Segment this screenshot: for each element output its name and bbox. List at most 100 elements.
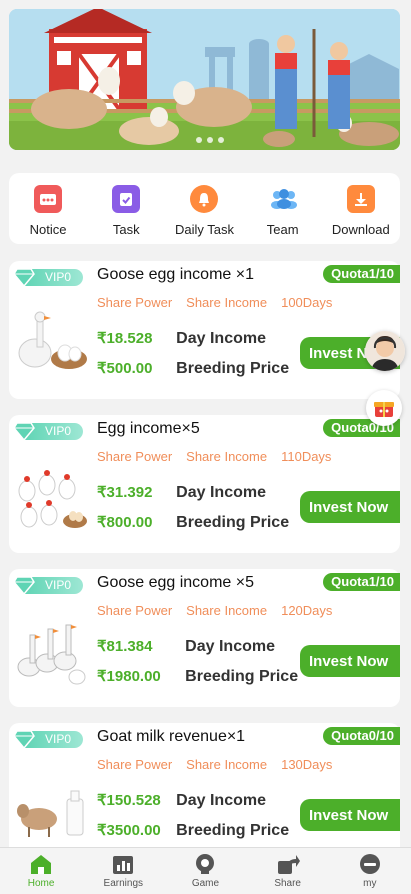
price-value: ₹1980.00 — [97, 668, 161, 685]
home-icon — [31, 855, 52, 874]
menu-label-notice: Notice — [29, 222, 67, 237]
quick-menu: Notice Task Daily Task Team Download — [9, 173, 400, 244]
product-title: Goat milk revenue×1 — [97, 728, 246, 745]
tag-days: 100Days — [281, 295, 333, 310]
day-income-row: ₹81.384 Day Income — [97, 637, 275, 656]
nav-label-home: Home — [27, 878, 55, 889]
gift-box-icon[interactable] — [366, 390, 402, 426]
day-income-row: ₹18.528 Day Income — [97, 329, 266, 348]
menu-item-task[interactable]: Task — [88, 185, 164, 237]
menu-label-daily-task: Daily Task — [174, 222, 234, 237]
diamond-icon — [13, 576, 35, 595]
farm-banner[interactable] — [9, 9, 400, 150]
nav-item-home[interactable]: Home — [11, 848, 71, 894]
task-icon — [112, 185, 141, 213]
product-title: Goose egg income ×1 — [97, 266, 254, 283]
game-icon — [196, 854, 215, 874]
day-income-value: ₹18.528 — [97, 330, 153, 347]
price-value: ₹500.00 — [97, 360, 153, 377]
tag-days: 120Days — [281, 603, 333, 618]
price-label: Breeding Price — [185, 668, 299, 685]
nav-label-my: my — [363, 878, 377, 889]
quota-badge: Quota1/10 — [323, 573, 400, 591]
vip-badge: VIP0 — [13, 267, 83, 287]
tag-share-income: Share Income — [186, 449, 268, 464]
customer-service-avatar-icon[interactable] — [365, 331, 405, 371]
menu-item-download[interactable]: Download — [323, 185, 399, 237]
diamond-icon — [13, 422, 35, 441]
tag-share-income: Share Income — [186, 295, 268, 310]
nav-item-my[interactable]: my — [340, 848, 400, 894]
diamond-icon — [13, 268, 35, 287]
nav-item-earnings[interactable]: Earnings — [93, 848, 153, 894]
vip-badge: VIP0 — [13, 575, 83, 595]
day-income-label: Day Income — [176, 484, 266, 501]
menu-label-team: Team — [266, 222, 299, 237]
bottom-nav: Home Earnings Game Share my — [0, 847, 411, 894]
menu-item-notice[interactable]: Notice — [10, 185, 86, 237]
price-row: ₹3500.00 Breeding Price — [97, 821, 289, 840]
price-value: ₹800.00 — [97, 514, 153, 531]
vip-badge: VIP0 — [13, 421, 83, 441]
tag-share-income: Share Income — [186, 757, 268, 772]
goat-milk-image — [17, 790, 84, 837]
price-row: ₹1980.00 Breeding Price — [97, 667, 298, 686]
price-row: ₹500.00 Breeding Price — [97, 359, 289, 378]
menu-label-download: Download — [331, 222, 390, 237]
menu-item-team[interactable]: Team — [245, 185, 321, 237]
product-card[interactable]: VIP0 Goat milk revenue×1 Quota0/10 Share… — [9, 723, 400, 861]
invest-now-button[interactable]: Invest Now — [300, 645, 400, 677]
product-tags: Share Power Share Income 100Days — [97, 295, 332, 310]
nav-label-game: Game — [191, 878, 220, 889]
product-tags: Share Power Share Income 120Days — [97, 603, 332, 618]
product-title: Goose egg income ×5 — [97, 574, 254, 591]
product-card[interactable]: VIP0 Goose egg income ×1 Quota1/10 Share… — [9, 261, 400, 399]
share-icon — [277, 855, 300, 874]
product-tags: Share Power Share Income 110Days — [97, 449, 331, 464]
farm-illustration — [9, 9, 400, 150]
download-icon — [346, 185, 375, 213]
goose-eggs-image — [18, 311, 87, 369]
menu-item-daily-task[interactable]: Daily Task — [166, 185, 242, 237]
tag-days: 110Days — [281, 449, 332, 464]
quota-badge: Quota1/10 — [323, 265, 400, 283]
diamond-icon — [13, 730, 35, 749]
tag-share-power: Share Power — [97, 603, 173, 618]
price-label: Breeding Price — [176, 514, 290, 531]
tag-share-power: Share Power — [97, 295, 173, 310]
price-label: Breeding Price — [176, 360, 290, 377]
day-income-value: ₹150.528 — [97, 792, 161, 809]
earnings-icon — [113, 856, 134, 874]
day-income-label: Day Income — [176, 330, 266, 347]
product-title: Egg income×5 — [97, 420, 200, 437]
profile-icon — [359, 854, 380, 874]
price-label: Breeding Price — [176, 822, 290, 839]
product-tags: Share Power Share Income 130Days — [97, 757, 332, 772]
tag-days: 130Days — [281, 757, 333, 772]
nav-item-share[interactable]: Share — [258, 848, 318, 894]
price-row: ₹800.00 Breeding Price — [97, 513, 289, 532]
notice-icon — [34, 185, 63, 213]
product-card[interactable]: VIP0 Goose egg income ×5 Quota1/10 Share… — [9, 569, 400, 707]
day-income-value: ₹31.392 — [97, 484, 153, 501]
team-icon — [269, 185, 297, 213]
menu-label-task: Task — [112, 222, 140, 237]
day-income-row: ₹31.392 Day Income — [97, 483, 266, 502]
nav-item-game[interactable]: Game — [175, 848, 235, 894]
tag-share-power: Share Power — [97, 449, 173, 464]
quota-badge: Quota0/10 — [323, 727, 400, 745]
product-card[interactable]: VIP0 Egg income×5 Quota0/10 Share Power … — [9, 415, 400, 553]
day-income-label: Day Income — [176, 792, 266, 809]
geese-image — [17, 624, 86, 685]
tag-share-power: Share Power — [97, 757, 173, 772]
bell-icon — [190, 185, 219, 213]
day-income-label: Day Income — [185, 638, 275, 655]
nav-label-earnings: Earnings — [103, 878, 144, 889]
invest-now-button[interactable]: Invest Now — [300, 799, 400, 831]
nav-label-share: Share — [274, 878, 301, 889]
day-income-row: ₹150.528 Day Income — [97, 791, 266, 810]
tag-share-income: Share Income — [186, 603, 268, 618]
chickens-image — [18, 470, 87, 528]
invest-now-button[interactable]: Invest Now — [300, 491, 400, 523]
day-income-value: ₹81.384 — [97, 638, 153, 655]
